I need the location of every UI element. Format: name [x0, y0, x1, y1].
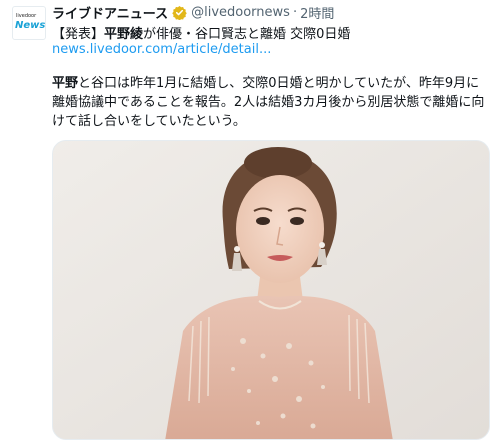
- tweet-card[interactable]: livedoor News ライブドアニュース @livedoornews · …: [0, 0, 500, 440]
- avatar-logo-small-text: livedoor: [16, 13, 37, 19]
- header-separator: ·: [292, 4, 298, 20]
- tweet-body: 平野と谷口は昨年1月に結婚し、交際0日婚と明かしていたが、昨年9月に離婚協議中で…: [52, 74, 492, 131]
- author-handle[interactable]: @livedoornews: [191, 5, 290, 20]
- tweet-timestamp[interactable]: 2時間: [300, 3, 334, 22]
- headline-rest: が俳優・谷口賢志と離婚 交際0日婚: [143, 27, 351, 42]
- tweet-header: ライブドアニュース @livedoornews · 2時間: [52, 2, 334, 22]
- article-link[interactable]: news.livedoor.com/article/detail...: [52, 42, 271, 57]
- verified-badge-icon: [172, 5, 187, 20]
- body-rest: と谷口は昨年1月に結婚し、交際0日婚と明かしていたが、昨年9月に離婚協議中である…: [52, 76, 485, 129]
- tweet-headline: 【発表】平野綾が俳優・谷口賢志と離婚 交際0日婚: [52, 23, 350, 42]
- photo-illustration: [53, 141, 489, 439]
- avatar-logo-big-text: News: [15, 20, 46, 31]
- author-name[interactable]: ライブドアニュース: [52, 3, 168, 22]
- body-bold-name: 平野: [52, 76, 79, 91]
- headline-prefix: 【発表】: [52, 27, 105, 42]
- headline-bold-name: 平野綾: [104, 27, 144, 42]
- tweet-photo[interactable]: [52, 140, 490, 440]
- avatar[interactable]: livedoor News: [12, 6, 46, 40]
